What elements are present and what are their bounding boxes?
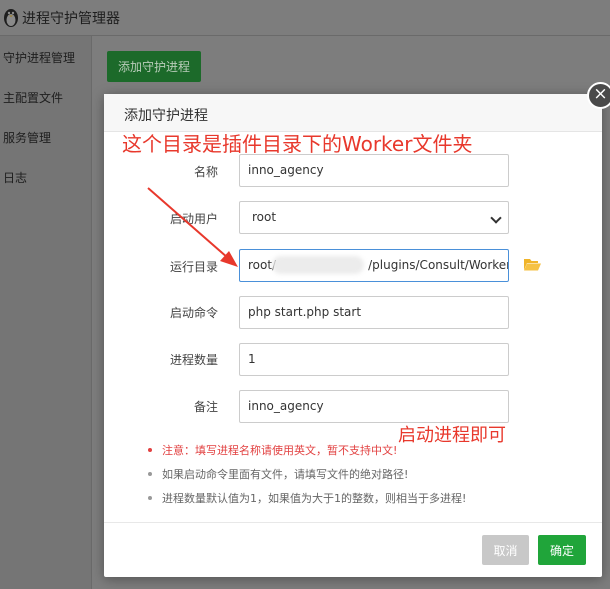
- modal-header: 添加守护进程: [104, 94, 602, 132]
- sidebar-item-logs[interactable]: 日志: [3, 169, 27, 186]
- bullet-icon: [148, 472, 152, 476]
- sidebar: 守护进程管理 主配置文件 服务管理 日志: [0, 36, 92, 589]
- process-count-label: 进程数量: [169, 353, 218, 367]
- sidebar-item-service-manage[interactable]: 服务管理: [3, 129, 51, 146]
- add-daemon-button[interactable]: 添加守护进程: [107, 51, 201, 82]
- command-label: 启动命令: [169, 306, 218, 320]
- start-command-input[interactable]: php start.php start: [239, 296, 509, 329]
- redacted-path-blur: [272, 256, 364, 274]
- chevron-down-icon: [490, 212, 502, 224]
- folder-open-icon[interactable]: [524, 258, 541, 271]
- user-select-value: root: [252, 210, 277, 224]
- close-icon[interactable]: ×: [587, 82, 610, 109]
- modal-footer-divider: [104, 522, 602, 523]
- note-input[interactable]: inno_agency: [239, 390, 509, 423]
- app-header: 进程守护管理器: [0, 0, 610, 36]
- modal-title: 添加守护进程: [124, 108, 208, 124]
- penguin-logo-icon: [4, 9, 18, 27]
- user-select[interactable]: root: [239, 201, 509, 234]
- cancel-button[interactable]: 取消: [482, 535, 529, 565]
- name-input[interactable]: inno_agency: [239, 154, 509, 187]
- tip-item: 进程数量默认值为1，如果值为大于1的整数，则相当于多进程!: [148, 490, 466, 506]
- annotation-directory-note: 这个目录是插件目录下的Worker文件夹: [122, 132, 473, 156]
- app-title: 进程守护管理器: [22, 11, 120, 27]
- tip-item: 如果启动命令里面有文件，请填写文件的绝对路径!: [148, 466, 408, 482]
- sidebar-item-main-config[interactable]: 主配置文件: [3, 89, 63, 106]
- confirm-button[interactable]: 确定: [538, 535, 586, 565]
- tip-warning: 注意：填写进程名称请使用英文，暂不支持中文!: [148, 442, 397, 458]
- annotation-start-note: 启动进程即可: [398, 425, 506, 446]
- dir-value-end: /plugins/Consult/Worker/: [368, 258, 509, 272]
- annotation-arrow-icon: [147, 187, 238, 267]
- sidebar-item-daemon-manage[interactable]: 守护进程管理: [3, 49, 75, 66]
- process-count-input[interactable]: 1: [239, 343, 509, 376]
- bullet-icon: [148, 448, 152, 452]
- note-label: 备注: [193, 400, 218, 414]
- bullet-icon: [148, 496, 152, 500]
